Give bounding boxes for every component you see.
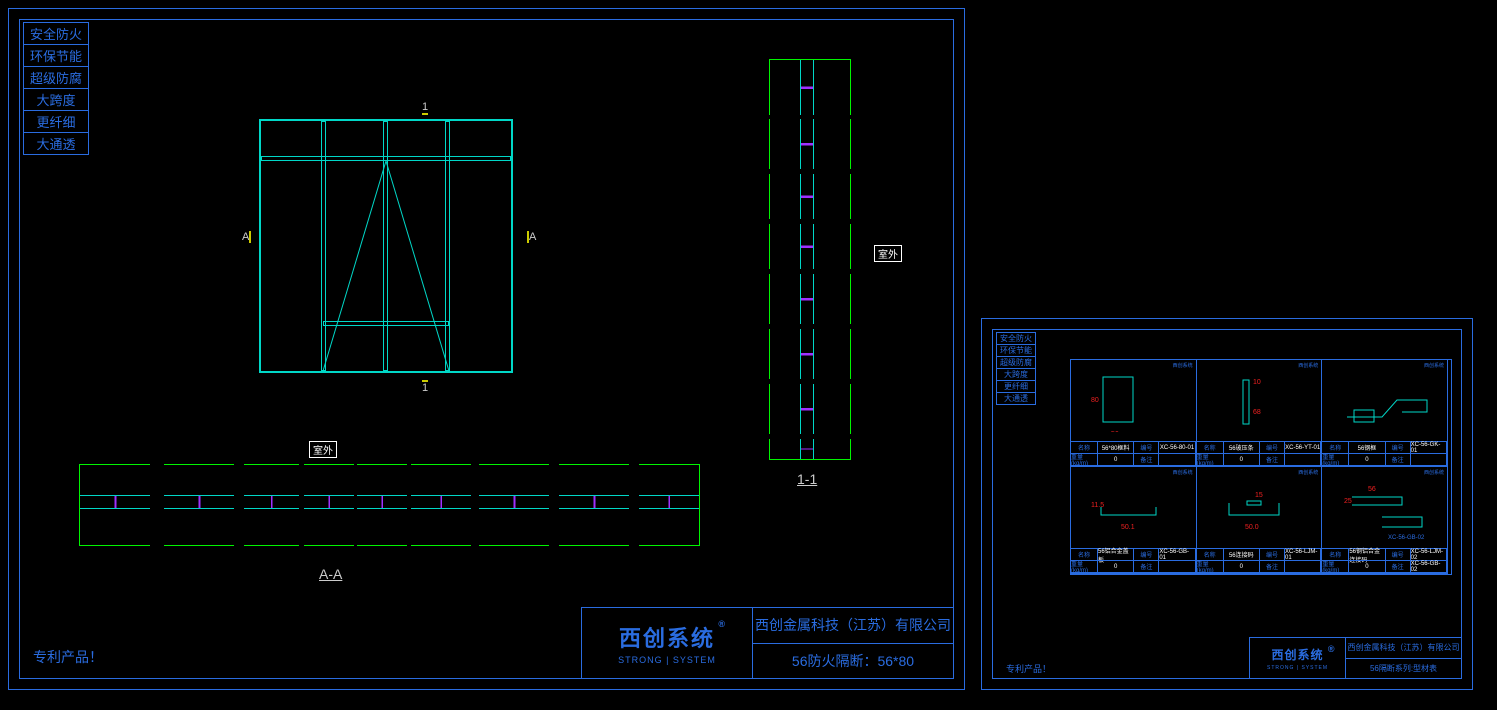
val-note [1158,453,1195,466]
profile-cell: 西创系统 1068 名称56玻压条编号XC-56-YT-01 重量(kg/m)0… [1196,359,1323,467]
svg-text:50.1: 50.1 [1121,524,1135,531]
profile-cell: 西创系统 1550.0 名称56连接码编号XC-56-LJM-01 重量(kg/… [1196,466,1323,574]
drawing-sheet-2: 安全防火 环保节能 超级防腐 大跨度 更纤细 大通透 西创系统 8056 名称5… [981,318,1473,690]
title-block-small: 西创系统® STRONG | SYSTEM 西创金属科技（江苏）有限公司 56隔… [1249,637,1462,679]
svg-text:XC-56-GB-02: XC-56-GB-02 [1388,535,1425,539]
title-block: 西创系统® STRONG | SYSTEM 西创金属科技（江苏）有限公司 56防… [581,607,954,679]
hdr-wt: 重量(kg/m) [1070,453,1098,466]
cell-brand-icon: 西创系统 [1173,362,1193,369]
section-mark-1-bot: 1 [422,380,428,394]
profile-cell: 西创系统 8056 名称56*80框料编号XC-56-80-01 重量(kg/m… [1070,359,1197,467]
profile-cell: 西创系统 名称56钢框编号XC-56-GK-01 重量(kg/m)0备注 [1321,359,1448,467]
svg-text:25: 25 [1344,498,1352,505]
hdr-note: 备注 [1133,453,1159,466]
feature-item: 大通透 [23,132,89,155]
feature-list: 安全防火 环保节能 超级防腐 大跨度 更纤细 大通透 [23,23,89,155]
feature-list-small: 安全防火 环保节能 超级防腐 大跨度 更纤细 大通透 [996,333,1036,405]
dim: 56 [1111,431,1119,432]
section-mark-1-top: 1 [422,101,428,115]
dim: 80 [1091,397,1099,404]
patent-note-small: 专利产品！ [1006,662,1051,675]
cell-brand-icon: 西创系统 [1424,362,1444,369]
brand-logo: 西创系统® STRONG | SYSTEM [582,608,753,678]
section-mark-a-right: A [527,231,536,243]
section-label-11: 1-1 [797,471,817,487]
drawing-title-small: 56隔断系列:型材表 [1346,659,1461,679]
feature-item: 大跨度 [23,88,89,111]
feature-item: 环保节能 [23,44,89,67]
cell-brand-icon: 西创系统 [1173,469,1193,476]
section-label-aa: A-A [319,566,342,582]
cell-brand-icon: 西创系统 [1298,469,1318,476]
reg-mark-icon: ® [718,619,727,629]
company-name: 西创金属科技（江苏）有限公司 [753,608,953,644]
svg-text:56: 56 [1368,486,1376,493]
section-1-1 [769,59,849,459]
brand-en: STRONG | SYSTEM [618,655,716,665]
brand-cn: 西创系统 [619,626,715,651]
feature-item: 安全防火 [23,22,89,45]
company-name-small: 西创金属科技（江苏）有限公司 [1346,638,1461,659]
feature-item: 超级防腐 [23,66,89,89]
section-a-a [79,464,699,544]
patent-note: 专利产品！ [33,647,103,667]
val-wt: 0 [1097,453,1134,466]
svg-text:10: 10 [1253,379,1261,386]
cell-brand-icon: 西创系统 [1298,362,1318,369]
cell-brand-icon: 西创系统 [1424,469,1444,476]
svg-text:50.0: 50.0 [1245,524,1259,531]
profile-cell: 西创系统 11.550.1 名称56铝合金盖板编号XC-56-GB-01 重量(… [1070,466,1197,574]
drawing-title: 56防火隔断：56*80 [753,644,953,679]
svg-text:68: 68 [1253,409,1261,416]
drawing-sheet-1: 安全防火 环保节能 超级防腐 大跨度 更纤细 大通透 A A 1 1 室外 A-… [8,8,965,690]
profile-cell: 西创系统 5625XC-56-GB-02 名称56钢铝合金连接码编号XC-56-… [1321,466,1448,574]
feature-item: 更纤细 [23,110,89,133]
section-mark-a-left: A [242,231,251,243]
outdoor-label-11: 室外 [874,245,902,262]
feature-item: 大通透 [996,392,1036,405]
svg-text:11.5: 11.5 [1091,502,1104,509]
profile-table: 西创系统 8056 名称56*80框料编号XC-56-80-01 重量(kg/m… [1070,359,1452,575]
svg-text:15: 15 [1255,492,1263,499]
outdoor-label-aa: 室外 [309,441,337,458]
brand-logo-small: 西创系统® STRONG | SYSTEM [1250,638,1346,678]
elevation-view [259,119,513,373]
reg-mark-icon: ® [1328,644,1336,654]
